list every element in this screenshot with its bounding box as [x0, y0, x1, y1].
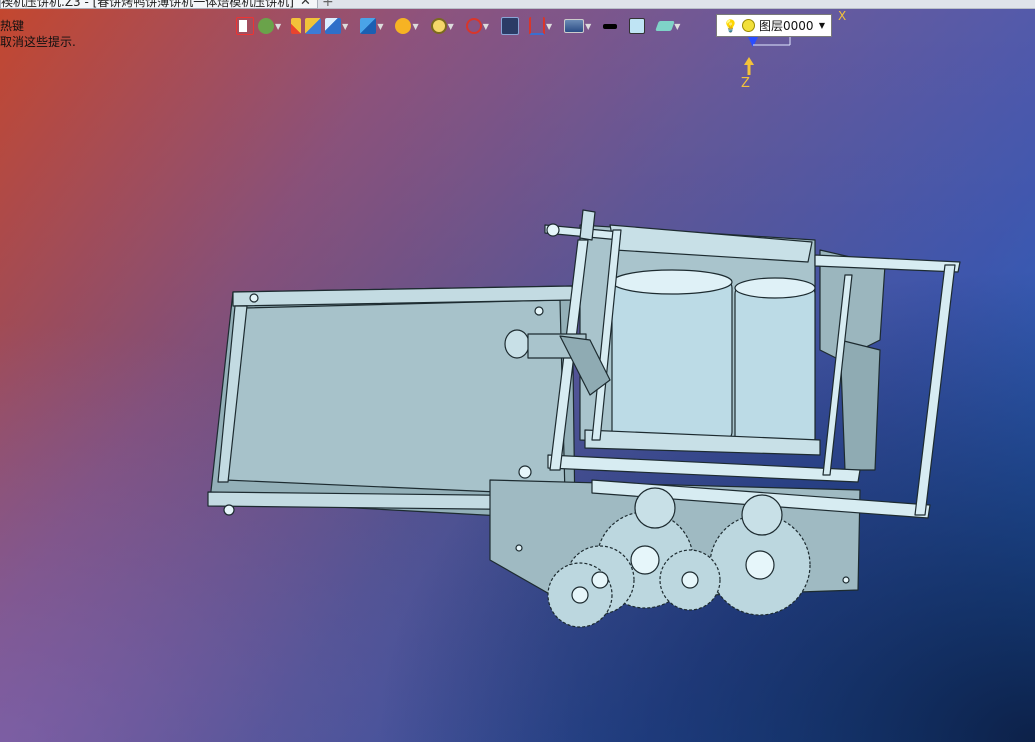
bolt: [223, 504, 235, 516]
side-plate-lower[interactable]: [839, 339, 881, 471]
sprocket[interactable]: [741, 494, 783, 536]
machine-model[interactable]: [0, 0, 1035, 742]
knob[interactable]: [518, 465, 532, 479]
gear-hub: [681, 571, 699, 589]
roller-cap: [611, 269, 733, 295]
conveyor-bed[interactable]: [224, 299, 566, 496]
frame-post[interactable]: [914, 264, 956, 516]
sprocket[interactable]: [634, 487, 676, 529]
frame-rod-mid[interactable]: [547, 454, 861, 483]
gear-hub: [745, 550, 775, 580]
bolt: [534, 306, 544, 316]
roller-cap: [734, 277, 816, 299]
bolt: [515, 544, 523, 552]
knob[interactable]: [546, 223, 560, 237]
frame-bracket[interactable]: [579, 209, 596, 241]
motor[interactable]: [504, 329, 530, 359]
bolt: [249, 293, 259, 303]
pressing-roller-right[interactable]: [734, 285, 816, 447]
pressing-roller-left[interactable]: [611, 279, 733, 441]
gear-hub: [571, 586, 589, 604]
gear-hub: [591, 571, 609, 589]
bolt: [842, 576, 850, 584]
gear-hub: [630, 545, 660, 575]
